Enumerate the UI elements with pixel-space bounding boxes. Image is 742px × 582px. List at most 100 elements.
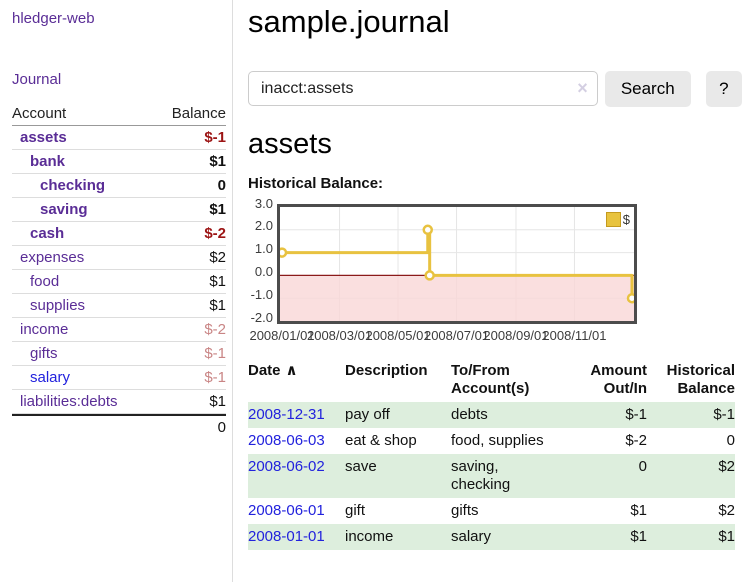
y-axis-tick: 2.0 [244, 218, 273, 233]
accounts-list: assets$-1bank$1checking0saving$1cash$-2e… [12, 126, 226, 414]
account-balance: $1 [209, 153, 226, 170]
sidebar-account-supplies[interactable]: supplies [12, 297, 85, 314]
amount-cell: 0 [575, 454, 647, 498]
hledger-web-app: hledger-web Journal Account Balance asse… [0, 0, 742, 582]
legend-label: $ [623, 212, 630, 227]
description-cell: pay off [345, 402, 451, 428]
sidebar-account-salary[interactable]: salary [12, 369, 70, 386]
table-row: 2008-06-01giftgifts$1$2 [248, 498, 735, 524]
account-row: saving$1 [12, 198, 226, 222]
clear-search-icon[interactable]: × [577, 76, 588, 100]
x-axis-tick: 2008/07/01 [424, 328, 489, 343]
sidebar-account-income[interactable]: income [12, 321, 68, 338]
balance-cell: $2 [647, 454, 735, 498]
balance-cell: $1 [647, 524, 735, 550]
sidebar: hledger-web Journal Account Balance asse… [0, 0, 233, 582]
x-axis-tick: 2008/05/01 [365, 328, 430, 343]
sidebar-account-cash[interactable]: cash [12, 225, 64, 242]
sidebar-account-liabilities-debts[interactable]: liabilities:debts [12, 393, 118, 410]
sidebar-account-food[interactable]: food [12, 273, 59, 290]
description-cell: eat & shop [345, 428, 451, 454]
search-box: × [248, 71, 598, 106]
amount-cell: $1 [575, 498, 647, 524]
amount-cell: $-1 [575, 402, 647, 428]
balance-cell: $-1 [647, 402, 735, 428]
account-row: expenses $2 [12, 246, 226, 270]
transaction-date-link[interactable]: 2008-06-03 [248, 432, 325, 449]
x-axis-tick: 2008/01/01 [249, 328, 314, 343]
account-row: cash $-2 [12, 222, 226, 246]
account-balance: $-1 [204, 129, 226, 146]
chart-plot-area: $ [277, 204, 637, 324]
nav-journal-link[interactable]: Journal [12, 71, 228, 88]
account-row: salary $-1 [12, 366, 226, 390]
accounts-cell: debts [451, 402, 575, 428]
y-axis-tick: 3.0 [244, 196, 273, 211]
amount-cell: $1 [575, 524, 647, 550]
column-header-label: To/From Account(s) [451, 362, 529, 397]
help-button[interactable]: ? [706, 71, 742, 107]
chart-legend: $ [606, 212, 630, 227]
column-header-tofrom: To/From Account(s) [451, 360, 575, 402]
historical-balance-chart: 3.02.01.00.0-1.0-2.0 $ 2008/01/012008/03… [244, 202, 742, 348]
description-cell: save [345, 454, 451, 498]
y-axis-tick: 0.0 [244, 264, 273, 279]
date-cell: 2008-06-02 [248, 454, 345, 498]
column-header-historical: Historical Balance [647, 360, 735, 402]
sidebar-account-bank[interactable]: bank [12, 153, 65, 170]
column-header-description: Description [345, 360, 451, 402]
account-balance: $-2 [204, 225, 226, 242]
account-column-header: Account [12, 105, 66, 122]
account-row: income $-2 [12, 318, 226, 342]
sidebar-account-assets[interactable]: assets [12, 129, 67, 146]
account-row: supplies $1 [12, 294, 226, 318]
sidebar-account-saving[interactable]: saving [12, 201, 88, 218]
date-cell: 2008-01-01 [248, 524, 345, 550]
column-header-amount: Amount Out/In [575, 360, 647, 402]
x-axis-tick: 2008/09/01 [483, 328, 548, 343]
account-row: assets $-1 [12, 126, 226, 150]
account-balance: $2 [209, 249, 226, 266]
brand-link[interactable]: hledger-web [12, 10, 228, 27]
transaction-date-link[interactable]: 2008-06-01 [248, 502, 325, 519]
balance-column-header: Balance [172, 105, 226, 122]
date-cell: 2008-06-03 [248, 428, 345, 454]
column-header-label: Historical Balance [667, 362, 735, 397]
column-header-date[interactable]: Date∧ [248, 360, 345, 402]
date-cell: 2008-06-01 [248, 498, 345, 524]
accounts-total-row: 0 [12, 414, 226, 439]
legend-swatch-icon [606, 212, 621, 227]
chart-title: Historical Balance: [248, 175, 742, 192]
transaction-date-link[interactable]: 2008-01-01 [248, 528, 325, 545]
account-balance: $1 [209, 273, 226, 290]
description-cell: income [345, 524, 451, 550]
y-axis-tick: 1.0 [244, 241, 273, 256]
search-input[interactable] [248, 71, 598, 106]
balance-cell: $2 [647, 498, 735, 524]
search-form: × Search ? [248, 71, 742, 107]
sidebar-account-gifts[interactable]: gifts [12, 345, 58, 362]
transaction-date-link[interactable]: 2008-12-31 [248, 406, 325, 423]
accounts-cell: saving, checking [451, 454, 575, 498]
search-button[interactable]: Search [605, 71, 691, 107]
column-header-label: Date [248, 362, 281, 379]
page-title: sample.journal [248, 4, 742, 40]
accounts-table-header: Account Balance [12, 102, 226, 126]
account-row: checking 0 [12, 174, 226, 198]
table-row: 2008-06-03eat & shopfood, supplies$-20 [248, 428, 735, 454]
account-balance: $-2 [204, 321, 226, 338]
accounts-cell: gifts [451, 498, 575, 524]
account-balance: $1 [209, 297, 226, 314]
table-row: 2008-06-02 savesaving, checking0$2 [248, 454, 735, 498]
sidebar-account-expenses[interactable]: expenses [12, 249, 84, 266]
account-balance: $-1 [204, 369, 226, 386]
account-row: gifts$-1 [12, 342, 226, 366]
accounts-cell: food, supplies [451, 428, 575, 454]
table-row: 2008-01-01incomesalary$1$1 [248, 524, 735, 550]
table-row: 2008-12-31pay offdebts$-1$-1 [248, 402, 735, 428]
transaction-date-link[interactable]: 2008-06-02 [248, 458, 325, 475]
total-balance: 0 [218, 419, 226, 436]
account-balance: 0 [218, 177, 226, 194]
balance-cell: 0 [647, 428, 735, 454]
sidebar-account-checking[interactable]: checking [12, 177, 105, 194]
